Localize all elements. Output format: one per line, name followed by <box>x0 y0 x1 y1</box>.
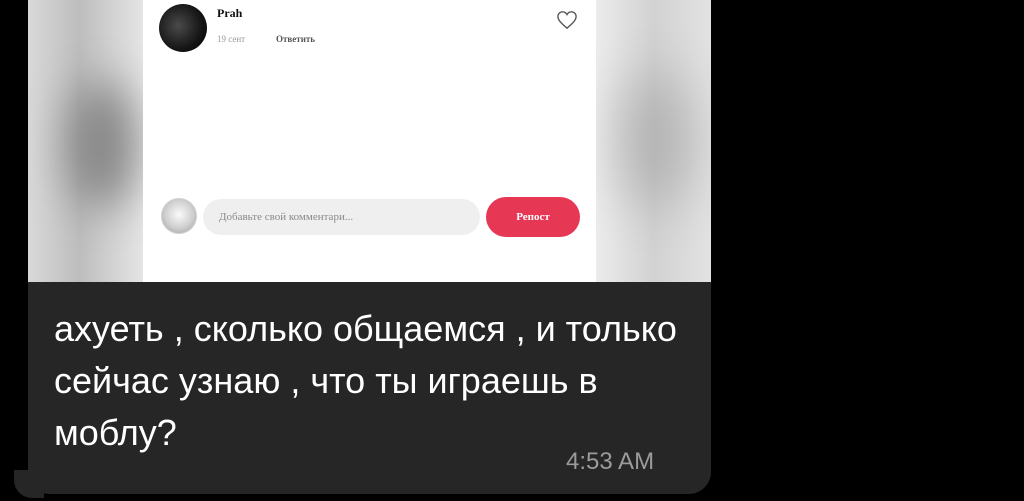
heart-icon[interactable] <box>556 10 578 30</box>
message-timestamp: 4:53 AM <box>566 448 655 475</box>
message-bubble[interactable]: Prah 19 сент Ответить Добавьте свой комм… <box>28 0 711 494</box>
message-text: ахуеть , сколько общаемся , и только сей… <box>54 308 677 453</box>
current-user-avatar <box>161 198 197 234</box>
comment-panel: Prah 19 сент Ответить Добавьте свой комм… <box>143 0 596 282</box>
comment-input[interactable]: Добавьте свой комментари... <box>203 199 480 235</box>
attached-screenshot[interactable]: Prah 19 сент Ответить Добавьте свой комм… <box>28 0 711 282</box>
blurred-background-left <box>28 0 143 282</box>
reply-link[interactable]: Ответить <box>276 34 315 44</box>
repost-button[interactable]: Репост <box>486 197 580 237</box>
blurred-background-right <box>596 0 711 282</box>
comment-date: 19 сент <box>217 34 246 44</box>
avatar <box>159 4 207 52</box>
comment-username: Prah <box>217 6 243 20</box>
